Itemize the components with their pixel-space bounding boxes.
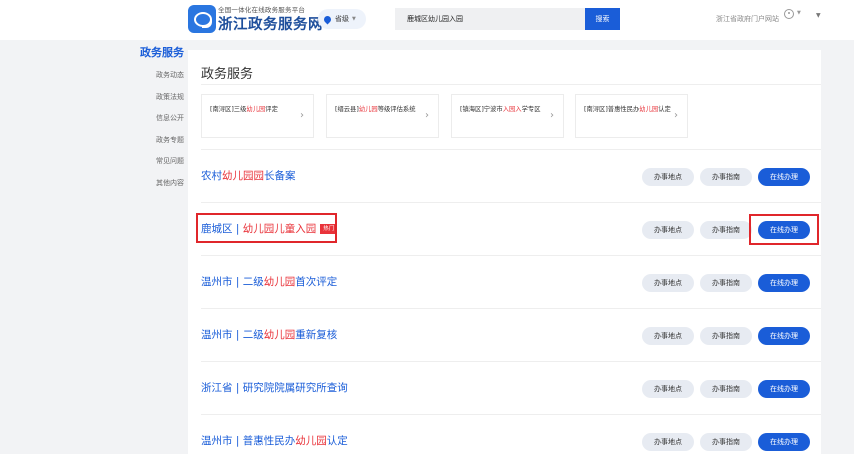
top-header: 全国一体化在线政务服务平台 浙江政务服务网 省级 ▼ 搜索 浙江省政府门户网站 … xyxy=(0,0,854,40)
guide-button[interactable]: 办事指南 xyxy=(700,433,752,451)
online-handle-button[interactable]: 在线办理 xyxy=(758,433,810,451)
service-row: 温州市 | 二级幼儿园首次评定 办事地点 办事指南 在线办理 xyxy=(201,255,821,308)
location-button[interactable]: 办事地点 xyxy=(642,168,694,186)
chevron-right-icon: › xyxy=(550,110,554,121)
service-title-link[interactable]: 温州市 | 二级幼儿园重新复核 xyxy=(201,309,337,362)
service-title-link[interactable]: 浙江省 | 研究院院属研究所查询 xyxy=(201,362,348,415)
user-chevron-icon: ▼ xyxy=(797,10,801,16)
guide-button[interactable]: 办事指南 xyxy=(700,168,752,186)
sidebar-item-topics[interactable]: 政务专题 xyxy=(126,135,184,157)
site-name[interactable]: 浙江政务服务网 xyxy=(218,13,323,34)
guide-button[interactable]: 办事指南 xyxy=(700,380,752,398)
location-button[interactable]: 办事地点 xyxy=(642,380,694,398)
highlight-box-title xyxy=(196,213,337,243)
sidebar-item-other[interactable]: 其他内容 xyxy=(126,178,184,200)
chevron-down-icon: ▼ xyxy=(352,16,356,22)
more-chevron-icon[interactable]: ▼ xyxy=(816,12,821,19)
location-button[interactable]: 办事地点 xyxy=(642,327,694,345)
user-icon[interactable] xyxy=(784,9,794,19)
chevron-right-icon: › xyxy=(425,110,429,121)
region-label: 省级 xyxy=(335,15,349,23)
location-pin-icon xyxy=(322,14,333,24)
location-button[interactable]: 办事地点 xyxy=(642,221,694,239)
related-card-text: [缙云县]幼儿园等级评估系统 xyxy=(335,106,416,113)
highlight-box-online-button xyxy=(749,214,819,245)
sidebar-item-news[interactable]: 政务动态 xyxy=(126,70,184,92)
site-logo-icon[interactable] xyxy=(188,5,216,33)
sidebar-title[interactable]: 政务服务 xyxy=(126,44,184,60)
service-row: 浙江省 | 研究院院属研究所查询 办事地点 办事指南 在线办理 xyxy=(201,361,821,414)
sidebar-item-policy[interactable]: 政策法规 xyxy=(126,92,184,114)
search-button[interactable]: 搜索 xyxy=(585,8,620,30)
online-handle-button[interactable]: 在线办理 xyxy=(758,327,810,345)
chevron-right-icon: › xyxy=(674,110,678,121)
divider xyxy=(201,84,821,85)
related-card[interactable]: [缙云县]幼儿园等级评估系统 › xyxy=(326,94,439,138)
online-handle-button[interactable]: 在线办理 xyxy=(758,380,810,398)
related-card-text: [南浔区]三级幼儿园评定 xyxy=(210,106,278,113)
search-input[interactable] xyxy=(395,8,585,30)
related-card[interactable]: [镇海区]宁波市入园入学专区 › xyxy=(451,94,564,138)
service-title-link[interactable]: 农村幼儿园园长备案 xyxy=(201,150,296,203)
location-button[interactable]: 办事地点 xyxy=(642,274,694,292)
online-handle-button[interactable]: 在线办理 xyxy=(758,168,810,186)
gov-portal-link[interactable]: 浙江省政府门户网站 xyxy=(716,14,779,24)
related-card[interactable]: [南浔区]三级幼儿园评定 › xyxy=(201,94,314,138)
guide-button[interactable]: 办事指南 xyxy=(700,327,752,345)
location-button[interactable]: 办事地点 xyxy=(642,433,694,451)
section-title: 政务服务 xyxy=(201,67,254,82)
guide-button[interactable]: 办事指南 xyxy=(700,274,752,292)
service-title-link[interactable]: 温州市 | 二级幼儿园首次评定 xyxy=(201,256,337,309)
related-card[interactable]: [南浔区]普惠性民办幼儿园认定 › xyxy=(575,94,688,138)
service-title-link[interactable]: 温州市 | 普惠性民办幼儿园认定 xyxy=(201,415,348,454)
related-card-text: [镇海区]宁波市入园入学专区 xyxy=(460,106,541,113)
related-card-text: [南浔区]普惠性民办幼儿园认定 xyxy=(584,106,671,113)
service-row: 温州市 | 二级幼儿园重新复核 办事地点 办事指南 在线办理 xyxy=(201,308,821,361)
sidebar: 政务服务 政务动态 政策法规 信息公开 政务专题 常见问题 其他内容 xyxy=(126,44,184,200)
region-selector[interactable]: 省级 ▼ xyxy=(318,9,366,29)
sidebar-item-disclosure[interactable]: 信息公开 xyxy=(126,113,184,135)
service-row: 温州市 | 普惠性民办幼儿园认定 办事地点 办事指南 在线办理 xyxy=(201,414,821,454)
online-handle-button[interactable]: 在线办理 xyxy=(758,274,810,292)
main-panel: 政务服务 [南浔区]三级幼儿园评定 › [缙云县]幼儿园等级评估系统 › [镇海… xyxy=(188,50,821,454)
sidebar-item-faq[interactable]: 常见问题 xyxy=(126,156,184,178)
guide-button[interactable]: 办事指南 xyxy=(700,221,752,239)
service-row: 农村幼儿园园长备案 办事地点 办事指南 在线办理 xyxy=(201,149,821,202)
chevron-right-icon: › xyxy=(300,110,304,121)
